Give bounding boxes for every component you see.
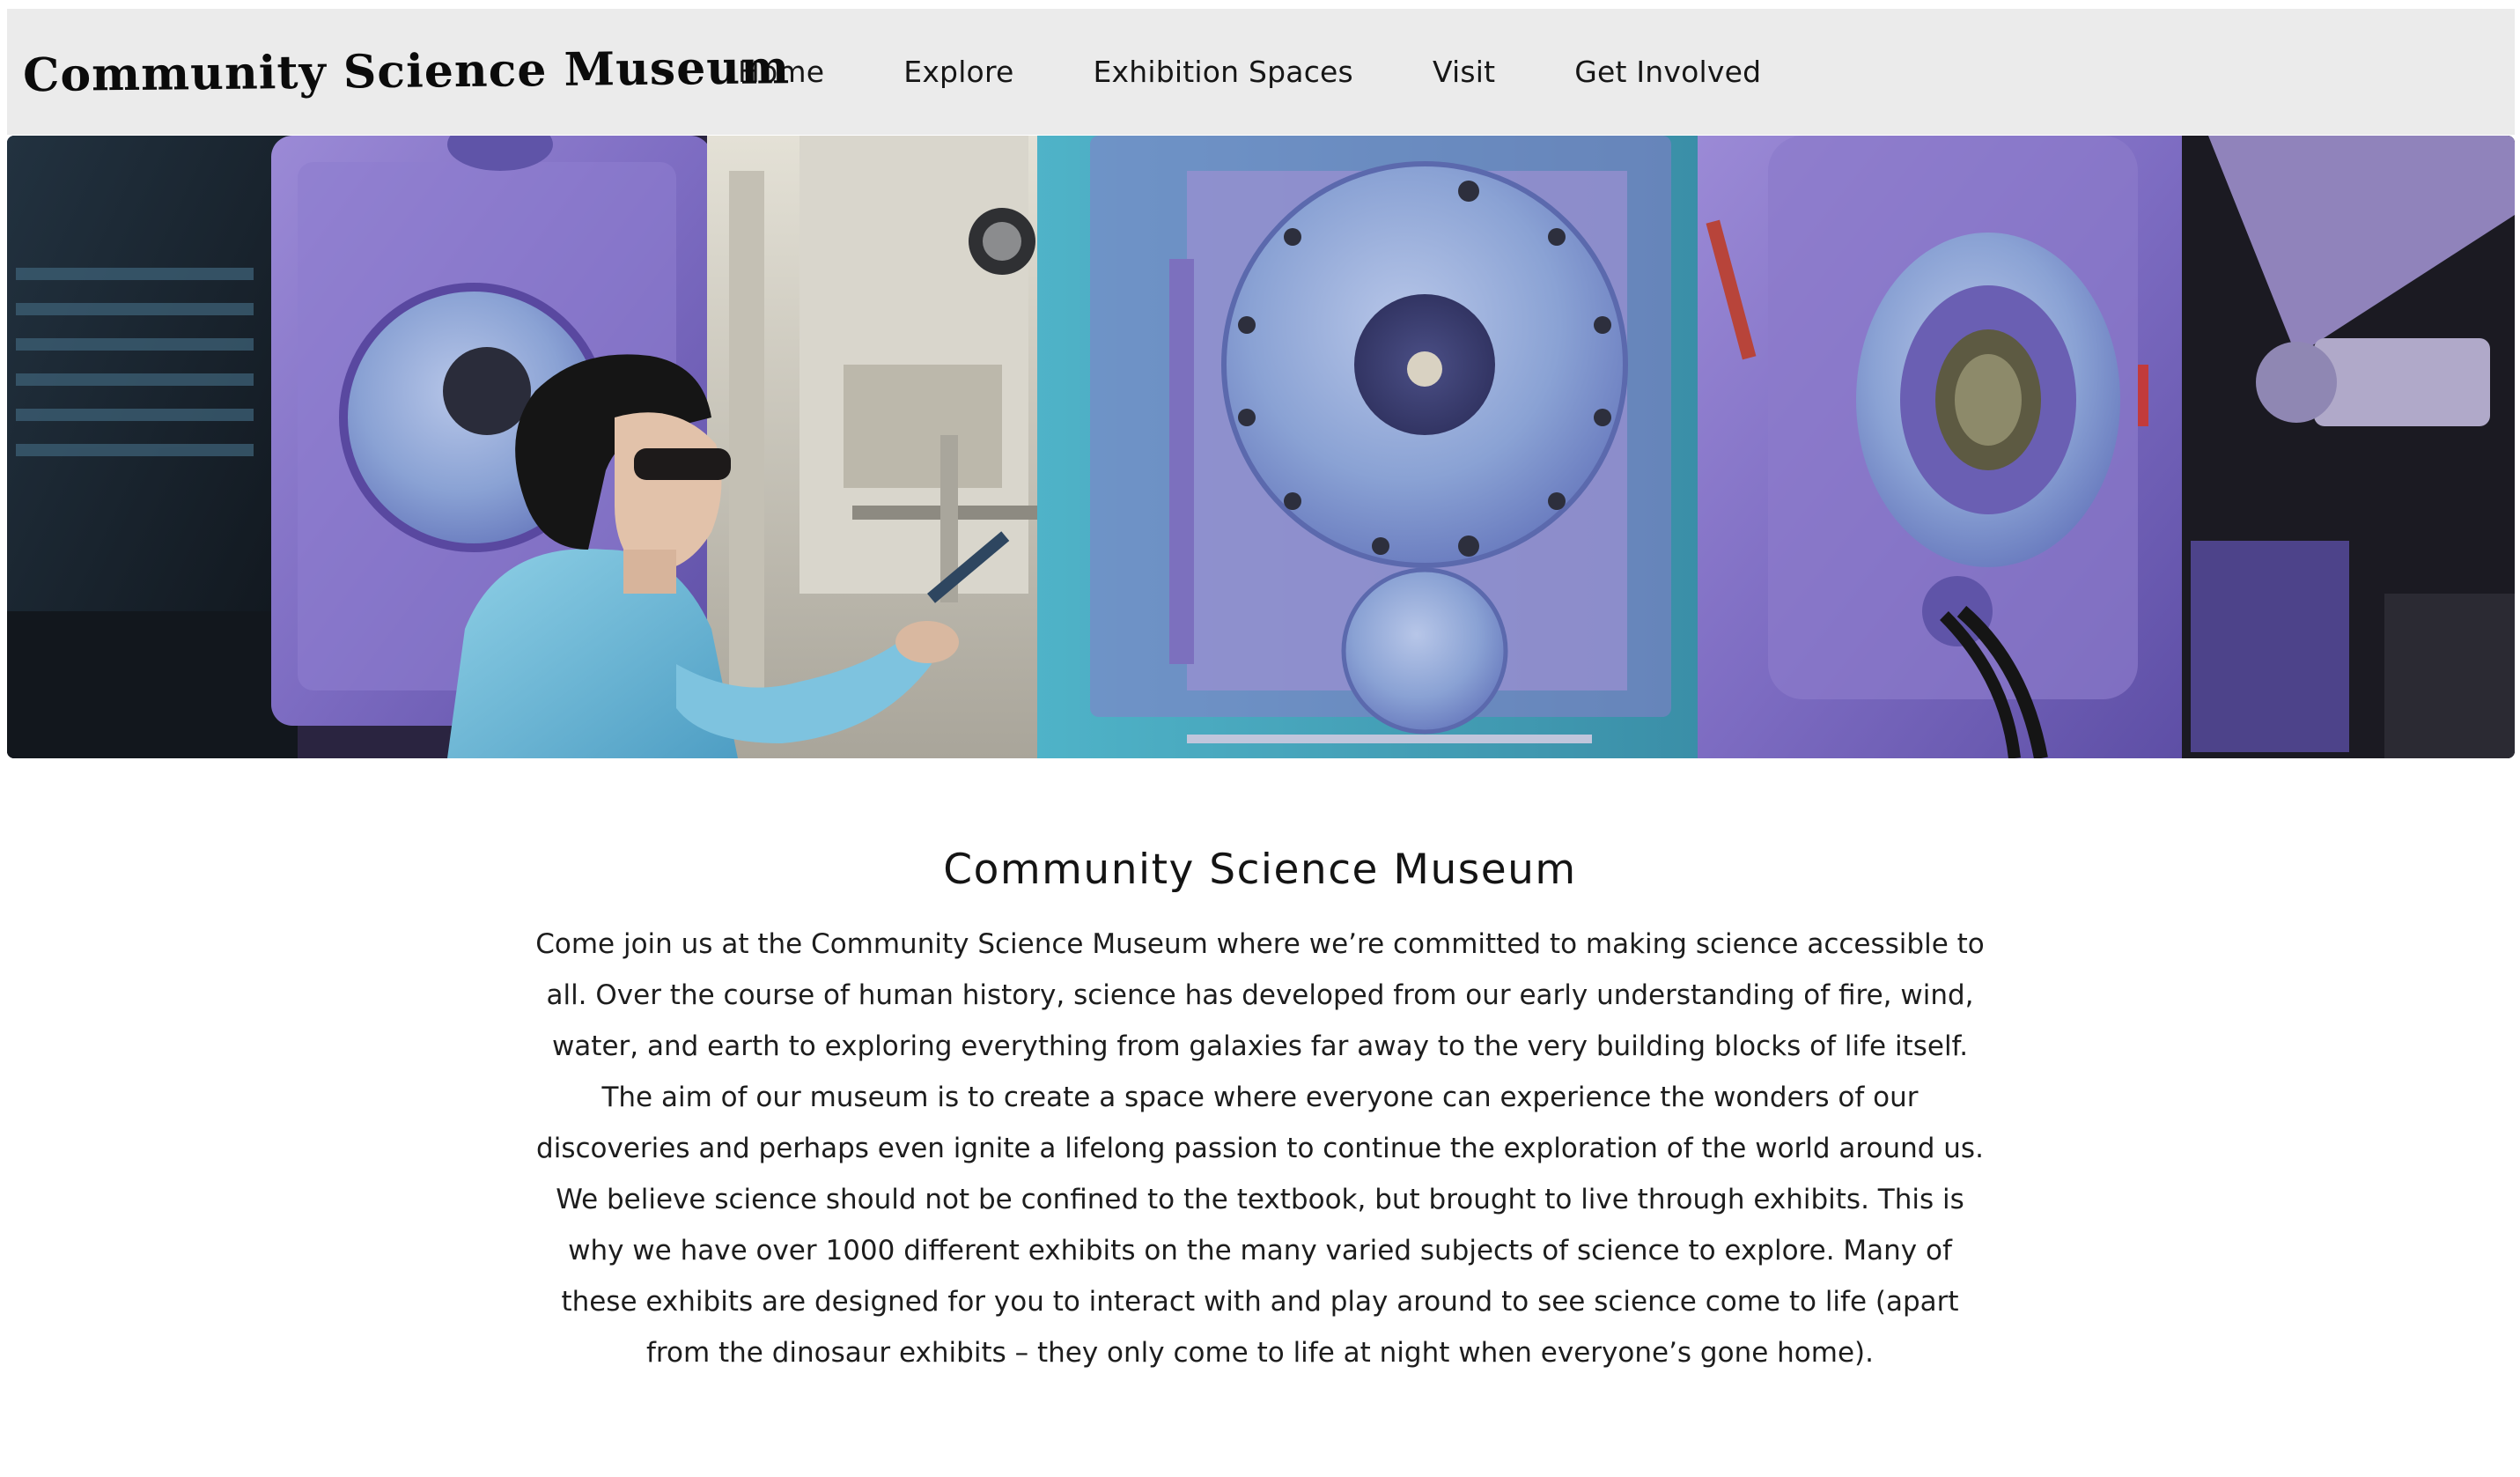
- site-logo[interactable]: Community Science Museum: [23, 41, 791, 102]
- nav-link-visit[interactable]: Visit: [1433, 55, 1495, 89]
- nav-link-get-involved[interactable]: Get Involved: [1574, 55, 1761, 89]
- intro-title: Community Science Museum: [943, 846, 1577, 894]
- intro-section: Community Science Museum Come join us at…: [528, 846, 1992, 1378]
- site-header: Community Science Museum Home Explore Ex…: [7, 9, 2515, 135]
- intro-body: Come join us at the Community Science Mu…: [535, 928, 1985, 1369]
- main-nav: Home Explore Exhibition Spaces Visit Get…: [738, 9, 1840, 135]
- hero-image: [7, 136, 2515, 758]
- nav-link-exhibition-spaces[interactable]: Exhibition Spaces: [1094, 55, 1353, 89]
- nav-link-explore[interactable]: Explore: [903, 55, 1013, 89]
- hero-illustration: [7, 136, 2515, 758]
